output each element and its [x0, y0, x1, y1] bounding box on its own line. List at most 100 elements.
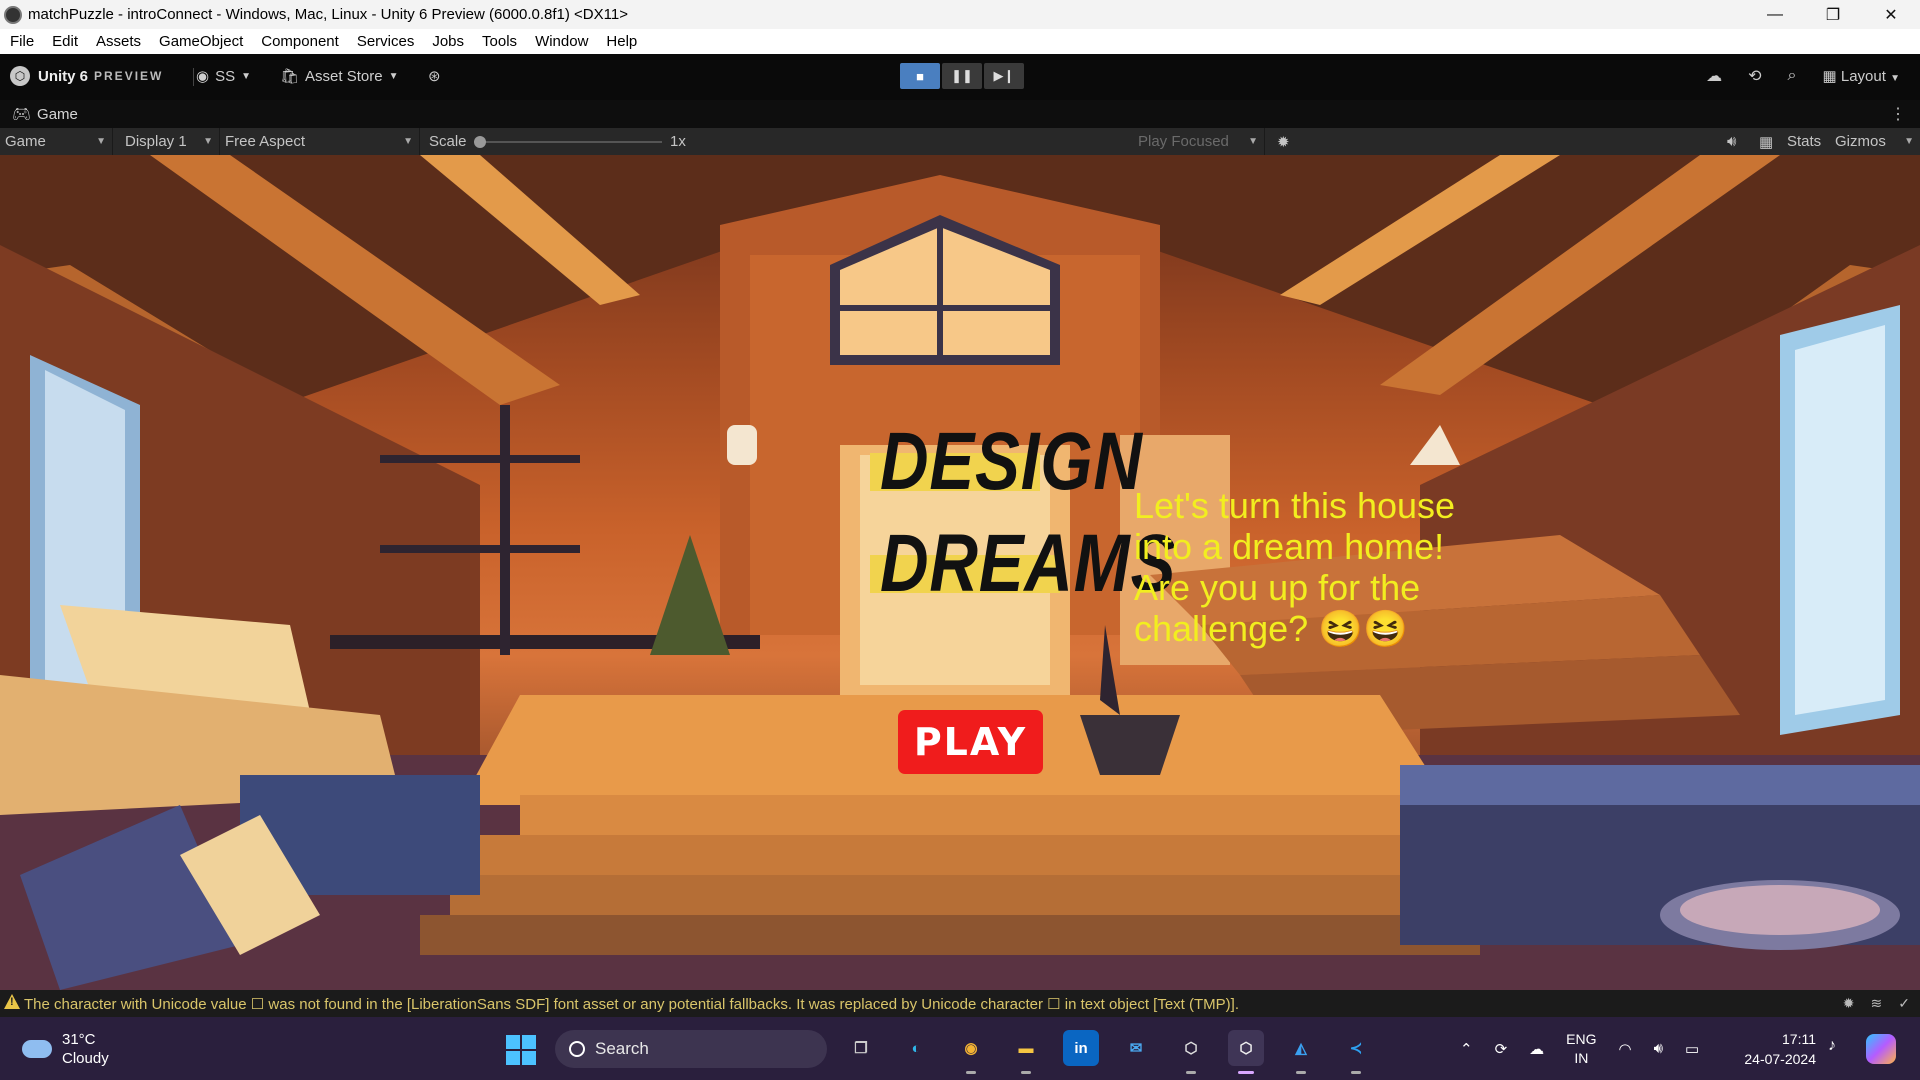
search-icon[interactable]: ⌕ — [1788, 67, 1797, 85]
menu-bar: File Edit Assets GameObject Component Se… — [0, 29, 1920, 54]
chevron-up-icon[interactable]: ⌃ — [1460, 1040, 1473, 1058]
game-tab-bar: 🎮︎ Game ⋮ — [0, 100, 1920, 128]
lang-line1: ENG — [1566, 1030, 1597, 1047]
clock-time: 17:11 — [1782, 1031, 1816, 1047]
onedrive-icon[interactable]: ☁ — [1529, 1040, 1544, 1058]
console-message[interactable]: The character with Unicode value ☐ was n… — [24, 995, 1239, 1013]
gamepad-icon: 🎮︎ — [12, 106, 32, 123]
layers-icon[interactable]: ≋ — [1871, 995, 1883, 1012]
shopping-bag-icon: 🛍 — [280, 68, 300, 85]
search-placeholder: Search — [595, 1039, 649, 1058]
notification-bell-icon[interactable]: ♪ — [1828, 1037, 1836, 1055]
weather-widget[interactable]: 31°C Cloudy — [22, 1030, 109, 1068]
windows-logo-icon — [506, 1035, 520, 1049]
stats-button[interactable]: Stats — [1782, 128, 1828, 155]
cloud-icon[interactable]: ☁ — [1706, 66, 1722, 86]
display-dropdown[interactable]: Display 1 ▼ — [120, 128, 220, 155]
aspect-dropdown[interactable]: Free Aspect ▼ — [220, 128, 420, 155]
console-status-bar[interactable]: The character with Unicode value ☐ was n… — [0, 990, 1920, 1017]
play-button[interactable]: PLAY — [898, 710, 1043, 774]
unity-brand: Unity 6 — [38, 67, 89, 85]
clock[interactable]: 17:11 24-07-2024 — [1736, 1029, 1816, 1069]
view-dropdown[interactable]: Game ▼ — [0, 128, 113, 155]
sync-icon[interactable]: ⟳ — [1495, 1040, 1508, 1058]
tab-game[interactable]: Game — [37, 106, 78, 123]
step-icon: ▶❙ — [993, 68, 1015, 83]
lang-line2: IN — [1574, 1049, 1589, 1066]
menu-jobs[interactable]: Jobs — [422, 33, 472, 50]
scale-slider-knob[interactable] — [474, 136, 486, 148]
taskbar-apps: ❐ ◐ ◉ ▬ in ✉ ⬡ ⬡ ◭ ≺ — [843, 1030, 1374, 1074]
copilot-icon[interactable] — [1866, 1034, 1896, 1064]
chevron-down-icon: ▼ — [203, 136, 213, 147]
scale-slider-track[interactable] — [477, 141, 662, 143]
asset-store-dropdown[interactable]: 🛍 Asset Store ▼ — [280, 67, 399, 86]
windows-logo-icon — [522, 1051, 536, 1065]
stop-icon: ■ — [916, 68, 924, 84]
wifi-icon[interactable]: ◠ — [1619, 1040, 1632, 1058]
taskbar-search[interactable]: Search — [555, 1030, 827, 1068]
restore-button[interactable]: ❐ — [1804, 0, 1862, 29]
gizmos-dropdown[interactable]: Gizmos ▼ — [1830, 128, 1920, 155]
game-title-line1: DESIGN — [880, 416, 1143, 507]
menu-help[interactable]: Help — [596, 33, 645, 50]
menu-services[interactable]: Services — [347, 33, 423, 50]
linkedin-icon[interactable]: in — [1063, 1030, 1099, 1066]
azure-icon[interactable]: ◭ — [1283, 1030, 1319, 1074]
account-dropdown[interactable]: ◉ SS ▼ — [196, 67, 252, 86]
check-circle-icon[interactable]: ✓ — [1898, 995, 1910, 1012]
windows-logo-icon — [522, 1035, 536, 1049]
version-control-button[interactable]: ⊛ — [428, 67, 441, 85]
layout-label: Layout — [1840, 68, 1886, 85]
task-view-icon[interactable]: ❐ — [843, 1030, 879, 1066]
chrome-icon[interactable]: ◉ — [953, 1030, 989, 1074]
menu-assets[interactable]: Assets — [86, 33, 149, 50]
mail-icon[interactable]: ✉ — [1118, 1030, 1154, 1066]
aspect-label: Free Aspect — [225, 133, 306, 150]
chevron-down-icon: ▼ — [388, 70, 399, 82]
search-icon — [569, 1041, 585, 1057]
volume-icon[interactable]: 🔊︎ — [1654, 1040, 1663, 1057]
menu-file[interactable]: File — [0, 33, 42, 50]
pause-button[interactable]: ❚❚ — [942, 63, 982, 89]
play-focused-dropdown[interactable]: Play Focused ▼ — [1133, 128, 1265, 155]
mute-toggle[interactable]: 🔊︎ — [1722, 128, 1748, 155]
grid-toggle[interactable]: ▦ — [1754, 128, 1780, 155]
history-icon[interactable]: ⟲ — [1748, 66, 1761, 86]
unity-editor-icon[interactable]: ⬡ — [1228, 1030, 1264, 1074]
menu-edit[interactable]: Edit — [42, 33, 86, 50]
unity-hub-icon[interactable]: ⬡ — [1173, 1030, 1209, 1074]
vscode-icon[interactable]: ≺ — [1338, 1030, 1374, 1074]
windows-taskbar: 31°C Cloudy Search ❐ ◐ ◉ ▬ in ✉ ⬡ ⬡ ◭ ≺ … — [0, 1017, 1920, 1080]
start-button[interactable] — [506, 1035, 536, 1065]
debug-off-icon[interactable]: ✹ — [1843, 995, 1855, 1012]
view-label: Game — [5, 133, 46, 150]
toolbar-separator — [193, 68, 194, 86]
system-tray: ⌃ ⟳ ☁ ENG IN ◠ 🔊︎ ▭ — [1460, 1017, 1699, 1080]
grid-icon: ▦ — [1759, 133, 1774, 151]
chevron-down-icon: ▼ — [241, 70, 252, 82]
play-controls: ■ ❚❚ ▶❙ — [900, 63, 1024, 89]
layout-dropdown[interactable]: ▦ Layout ▼ — [1823, 67, 1900, 85]
menu-tools[interactable]: Tools — [472, 33, 525, 50]
window-titlebar: matchPuzzle - introConnect - Windows, Ma… — [0, 0, 1920, 29]
step-button[interactable]: ▶❙ — [984, 63, 1024, 89]
game-viewport[interactable]: DESIGN DREAMS Let's turn this house into… — [0, 155, 1920, 990]
bug-toggle[interactable]: ✹ — [1272, 128, 1302, 155]
battery-icon[interactable]: ▭ — [1685, 1040, 1699, 1058]
more-options-icon[interactable]: ⋮ — [1890, 104, 1906, 124]
minimize-button[interactable]: — — [1746, 0, 1804, 29]
stop-play-button[interactable]: ■ — [900, 63, 940, 89]
menu-gameobject[interactable]: GameObject — [149, 33, 251, 50]
file-explorer-icon[interactable]: ▬ — [1008, 1030, 1044, 1074]
menu-window[interactable]: Window — [525, 33, 596, 50]
menu-component[interactable]: Component — [251, 33, 347, 50]
play-focused-label: Play Focused — [1138, 133, 1229, 150]
chevron-down-icon: ▼ — [1904, 136, 1914, 147]
clock-date: 24-07-2024 — [1744, 1051, 1816, 1067]
edge-icon[interactable]: ◐ — [898, 1030, 934, 1066]
language-indicator[interactable]: ENG IN — [1566, 1030, 1596, 1068]
windows-logo-icon — [506, 1051, 520, 1065]
chevron-down-icon: ▼ — [1890, 73, 1900, 84]
close-button[interactable]: ✕ — [1862, 0, 1920, 29]
